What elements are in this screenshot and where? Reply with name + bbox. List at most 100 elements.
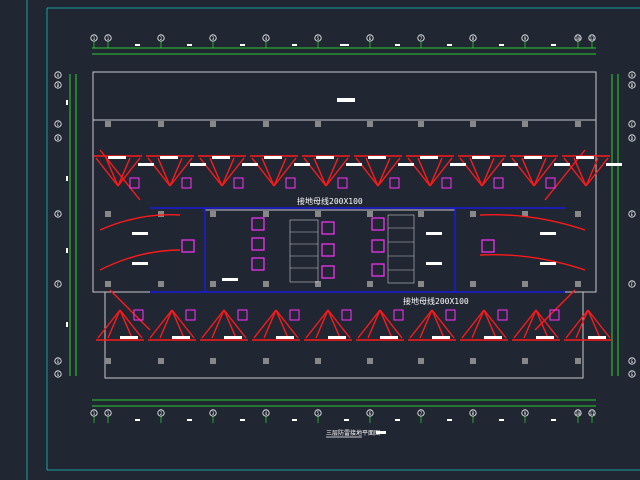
wire [511,157,535,187]
column [575,281,581,287]
wire [587,309,611,339]
column [105,281,111,287]
device-symbol [549,309,560,321]
device-symbol [233,177,244,189]
axis-label: G [631,359,634,364]
wire [585,157,609,187]
device-symbol [371,239,385,253]
wire [407,157,431,187]
room-label [172,336,190,339]
dim-mark [447,44,452,46]
column [315,211,321,217]
column [315,121,321,127]
device-symbol [251,237,265,251]
room-label [420,156,438,159]
device-symbol [251,217,265,231]
axis-label: E [631,212,634,217]
column [367,211,373,217]
room-label [276,336,294,339]
wire [171,309,195,339]
column [367,358,373,364]
dim-mark [135,44,140,46]
annotation-lower: 接地母线200X100 [403,296,469,306]
column [470,121,476,127]
wire [149,309,173,339]
room-label [132,232,148,235]
wire [305,309,329,339]
room-label [426,262,442,265]
room-label [224,336,242,339]
axis-bubbles-right: AB C D E F G G [628,71,636,378]
axis-label: F [631,282,634,287]
dim-mark [292,419,297,421]
wire [535,309,559,339]
axis-label: 4 [265,36,268,41]
device-symbol [493,177,504,189]
column [470,358,476,364]
axis-label: D [57,136,60,141]
dim-mark [551,44,556,46]
room-label [450,163,466,166]
column [470,281,476,287]
column [263,121,269,127]
axis-label: 3 [212,36,215,41]
column [522,121,528,127]
device-symbol [321,221,335,235]
room-label [132,262,148,265]
column [418,358,424,364]
column [522,281,528,287]
device-symbol [181,177,192,189]
room-label [540,232,556,235]
axis-label: 10 [576,36,581,41]
dim-mark [187,419,192,421]
wire [223,309,247,339]
column [575,121,581,127]
wire [379,309,403,339]
room-label [222,278,238,281]
wire [97,309,121,339]
cad-drawing-canvas[interactable]: 1 1 2 3 4 5 6 7 8 9 10 11 1 1 2 3 4 5 6 7 8 9 10 11 ABCDEFGG A… [0,0,640,480]
room-label [138,163,154,166]
wire [513,309,537,339]
column [263,281,269,287]
wire [325,157,349,187]
axis-label: F [57,282,60,287]
axis-label: B [631,83,634,88]
grounding-wires [94,149,612,341]
column [210,281,216,287]
axis-bubbles-left: AB C D E F G G [54,71,68,378]
wire [461,309,485,339]
room-label [242,163,258,166]
room-label [316,156,334,159]
device-symbol [181,239,195,253]
annotation-upper: 接地母线200X100 [297,196,363,206]
wire [355,157,379,187]
dim-mark [344,419,349,421]
wire [221,157,245,187]
wire [147,157,171,187]
room-label [398,163,414,166]
column [263,358,269,364]
axis-label: A [631,73,634,78]
room-label [554,163,570,166]
wire [303,157,327,187]
axis-label: G [631,372,634,377]
dim-mark [240,44,245,46]
column [105,121,111,127]
device-symbol [441,177,452,189]
wire [431,309,455,339]
axis-label: B [57,83,60,88]
column [575,358,581,364]
wire [357,309,381,339]
device-symbol [337,177,348,189]
wire [479,214,586,231]
axis-label: D [631,136,634,141]
wire [251,157,275,187]
dim-mark [551,419,556,421]
device-symbol [185,309,196,321]
room-label [606,163,622,166]
wire [95,157,119,187]
axis-bubbles-bottom: 1 1 2 3 4 5 6 7 8 9 10 11 [90,409,596,423]
wire [565,309,589,339]
column [105,211,111,217]
